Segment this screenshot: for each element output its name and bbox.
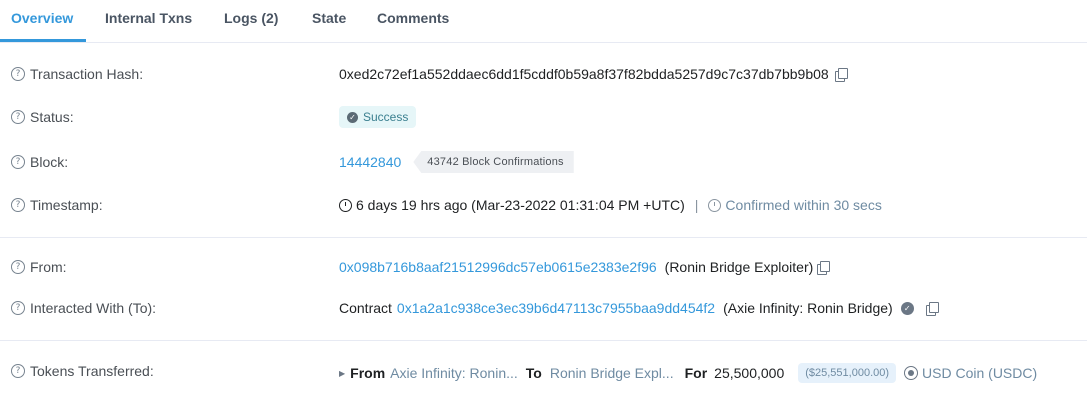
value-group: Contract 0x1a2a1c938ce3ec39b6d47113c7955… [339,300,939,316]
label-from: From: [30,259,67,275]
label-status: Status: [30,109,74,125]
question-circle-icon[interactable]: ? [11,155,25,169]
copy-icon[interactable] [817,260,831,275]
clock-icon [339,198,352,212]
active-tab-indicator [0,39,86,42]
question-circle-icon[interactable]: ? [11,110,25,124]
label-group: ? Status: [11,109,74,125]
token-to-label: To [525,365,542,381]
label-group: ? Timestamp: [11,197,103,213]
question-circle-icon[interactable]: ? [11,260,25,274]
question-circle-icon[interactable]: ? [11,198,25,212]
confirmed-within-text: Confirmed within 30 secs [725,197,882,213]
section-divider [0,340,1087,341]
label-transaction-hash: Transaction Hash: [30,66,144,82]
question-circle-icon[interactable]: ? [11,67,25,81]
from-address-name: (Ronin Bridge Exploiter) [664,259,814,275]
label-tokens-transferred: Tokens Transferred: [30,363,154,379]
question-circle-icon[interactable]: ? [11,364,25,378]
label-group: ? Block: [11,154,68,170]
tab-bar: Overview Internal Txns Logs (2) State Co… [0,0,1087,43]
transaction-hash-value[interactable]: 0xed2c72ef1a552ddaec6dd1f5cddf0b59a8f37f… [339,66,829,82]
timestamp-separator: | [694,197,699,213]
value-group: ✓ Success [339,106,417,128]
status-text: Success [363,110,409,124]
row-transaction-hash: ? Transaction Hash: 0xed2c72ef1a552ddaec6… [0,64,1087,88]
token-to-link[interactable]: Ronin Bridge Expl... [550,365,674,381]
contract-address-link[interactable]: 0x1a2a1c938ce3ec39b6d47113c7955baa9dd454… [397,300,715,316]
usdc-coin-icon [904,366,919,380]
contract-prefix: Contract [339,300,392,316]
from-address-link[interactable]: 0x098b716b8aaf21512996dc57eb0615e2383e2f… [339,259,657,275]
contract-name: (Axie Infinity: Ronin Bridge) [723,300,893,316]
status-badge: ✓ Success [339,106,417,128]
copy-icon[interactable] [925,301,939,316]
value-group: 14442840 43742 Block Confirmations [339,151,574,173]
label-group: ? Interacted With (To): [11,300,156,316]
value-group: 6 days 19 hrs ago (Mar-23-2022 01:31:04 … [339,197,882,213]
tab-state[interactable]: State [312,10,346,26]
row-from: ? From: 0x098b716b8aaf21512996dc57eb0615e… [0,257,1087,281]
check-circle-icon: ✓ [347,111,358,123]
verified-check-icon: ✓ [900,301,914,315]
block-number-link[interactable]: 14442840 [339,154,401,170]
token-amount: 25,500,000 [714,365,785,381]
row-timestamp: ? Timestamp: 6 days 19 hrs ago (Mar-23-20… [0,195,1087,219]
timer-icon [708,198,722,212]
question-circle-icon[interactable]: ? [11,301,25,315]
tab-overview[interactable]: Overview [11,10,73,26]
token-for-label: For [684,365,708,381]
label-timestamp: Timestamp: [30,197,103,213]
row-block: ? Block: 14442840 43742 Block Confirmatio… [0,151,1087,176]
row-tokens-transferred: ? Tokens Transferred: ▶ From Axie Infinit… [0,361,1087,385]
tab-internal-txns[interactable]: Internal Txns [105,10,192,26]
row-status: ? Status: ✓ Success [0,106,1087,131]
value-group: ▶ From Axie Infinity: Ronin... To Ronin … [339,363,1037,383]
label-block: Block: [30,154,69,170]
tab-comments[interactable]: Comments [377,10,449,26]
token-name-link[interactable]: USD Coin (USDC) [922,365,1037,381]
row-interacted-with: ? Interacted With (To): Contract 0x1a2a1c… [0,298,1087,322]
usd-value-badge: ($25,551,000.00) [798,363,897,383]
label-interacted-with: Interacted With (To): [30,300,157,316]
value-group: 0x098b716b8aaf21512996dc57eb0615e2383e2f… [339,259,831,275]
label-group: ? Transaction Hash: [11,66,143,82]
copy-icon[interactable] [834,67,848,82]
token-from-label: From [350,365,386,381]
timestamp-value: 6 days 19 hrs ago (Mar-23-2022 01:31:04 … [356,197,685,213]
caret-right-icon: ▶ [339,368,346,378]
label-group: ? Tokens Transferred: [11,363,154,379]
section-divider [0,237,1087,238]
label-group: ? From: [11,259,67,275]
token-from-link[interactable]: Axie Infinity: Ronin... [390,365,518,381]
value-group: 0xed2c72ef1a552ddaec6dd1f5cddf0b59a8f37f… [339,66,848,82]
block-confirmations-badge: 43742 Block Confirmations [413,151,574,173]
tab-logs[interactable]: Logs (2) [224,10,278,26]
